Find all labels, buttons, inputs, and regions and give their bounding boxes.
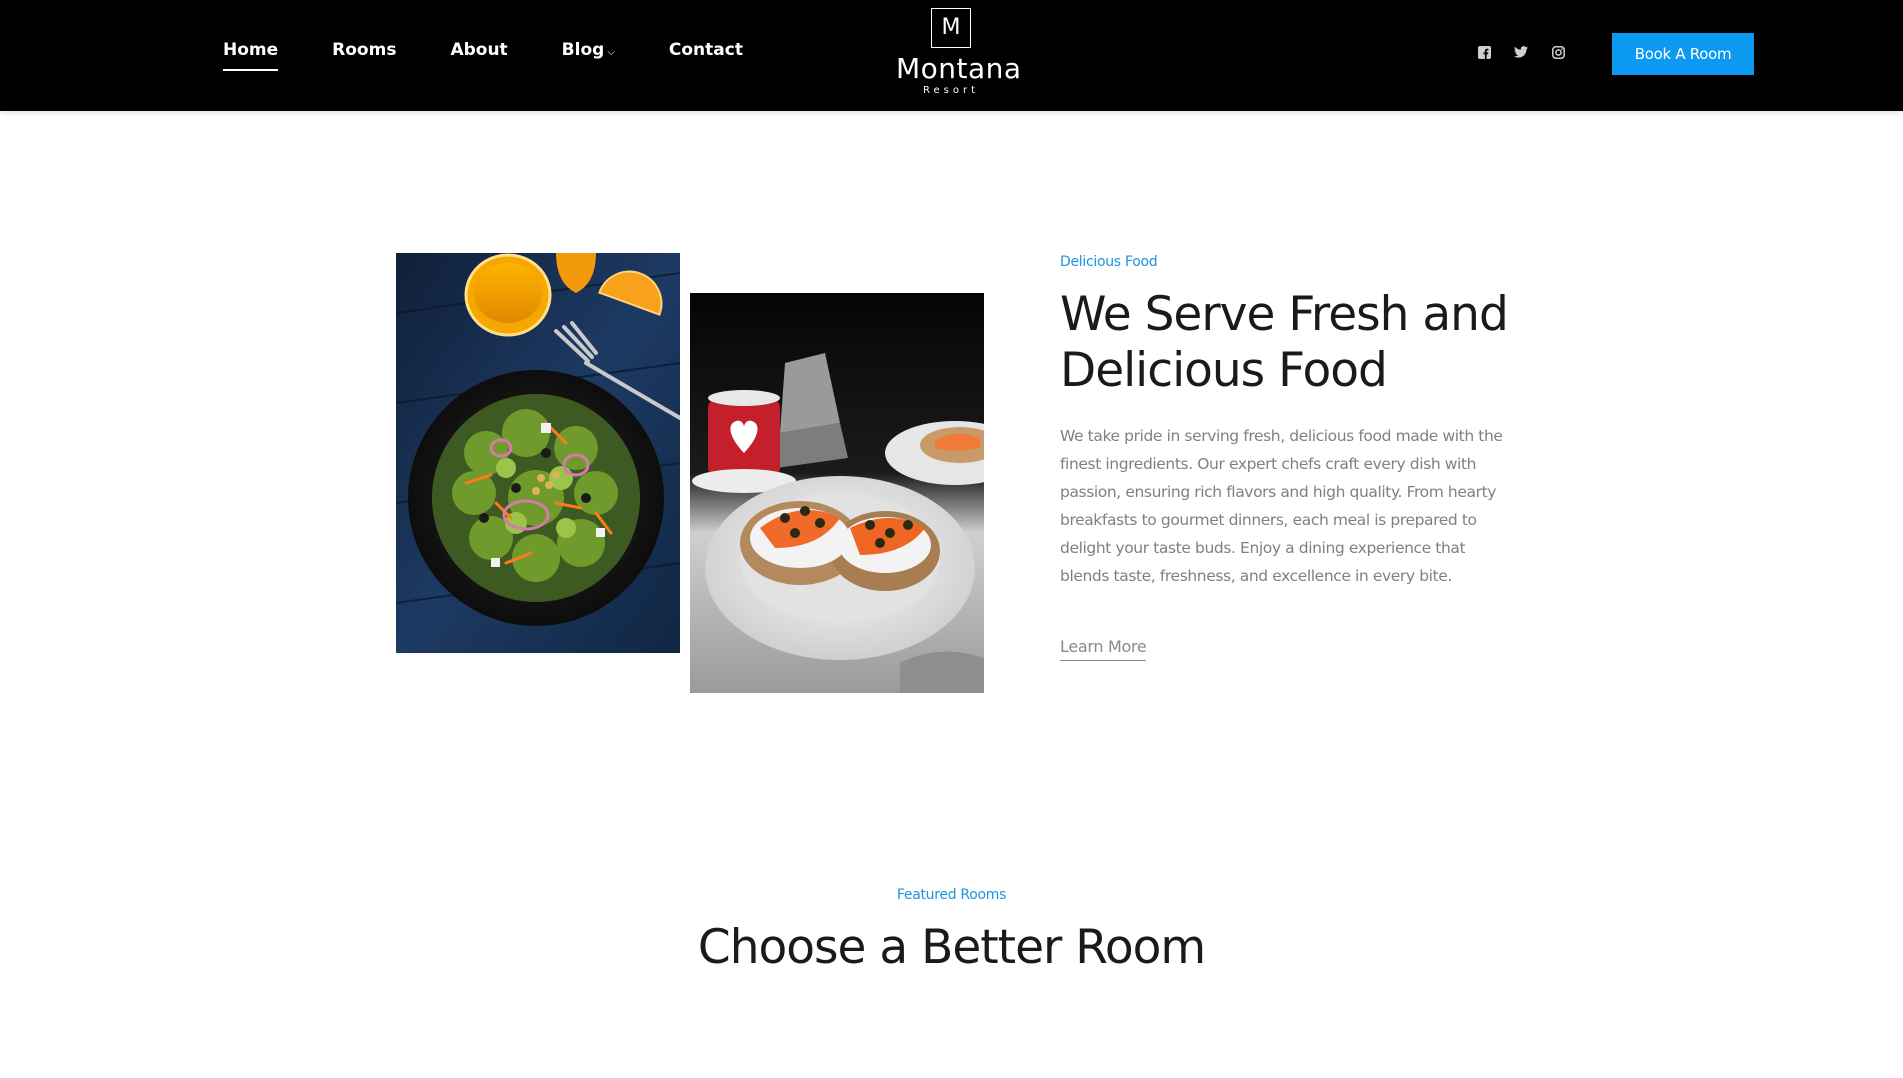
instagram-icon[interactable] [1550,44,1566,60]
site-logo[interactable]: M Montana Resort [896,8,1022,103]
nav-rooms-label: Rooms [332,40,397,60]
nav-contact-label: Contact [668,40,743,60]
salad-photo [396,253,680,653]
food-eyebrow: Delicious Food [1060,254,1158,270]
facebook-icon[interactable] [1476,44,1492,60]
social-links [1476,44,1587,60]
nav-rooms[interactable]: Rooms [332,40,396,60]
logo-name: Montana [896,52,1022,85]
rooms-title: Choose a Better Room [697,920,1206,975]
nav-home[interactable]: Home [223,40,279,71]
site-header: Home Rooms About Blog ⌵ Contact M Montana… [0,0,1903,111]
main-nav: Home Rooms About Blog ⌵ Contact [223,0,797,100]
food-title: We Serve Fresh and Delicious Food [1060,287,1509,398]
nav-home-label: Home [223,40,279,60]
nav-about[interactable]: About [450,40,507,60]
book-room-button[interactable]: Book A Room [1612,33,1754,75]
chevron-down-icon: ⌵ [607,46,615,58]
nav-blog-label: Blog [561,40,605,60]
nav-about-label: About [450,40,508,60]
learn-more-link[interactable]: Learn More [1060,637,1147,661]
salmon-toast-photo [690,293,984,693]
logo-mark: M [931,8,971,48]
twitter-icon[interactable] [1513,44,1529,60]
food-description: We take pride in serving fresh, deliciou… [1060,427,1503,585]
rooms-eyebrow: Featured Rooms [896,887,1007,903]
nav-blog[interactable]: Blog ⌵ [562,40,615,60]
nav-contact[interactable]: Contact [669,40,743,60]
logo-subtitle: Resort [922,85,979,96]
